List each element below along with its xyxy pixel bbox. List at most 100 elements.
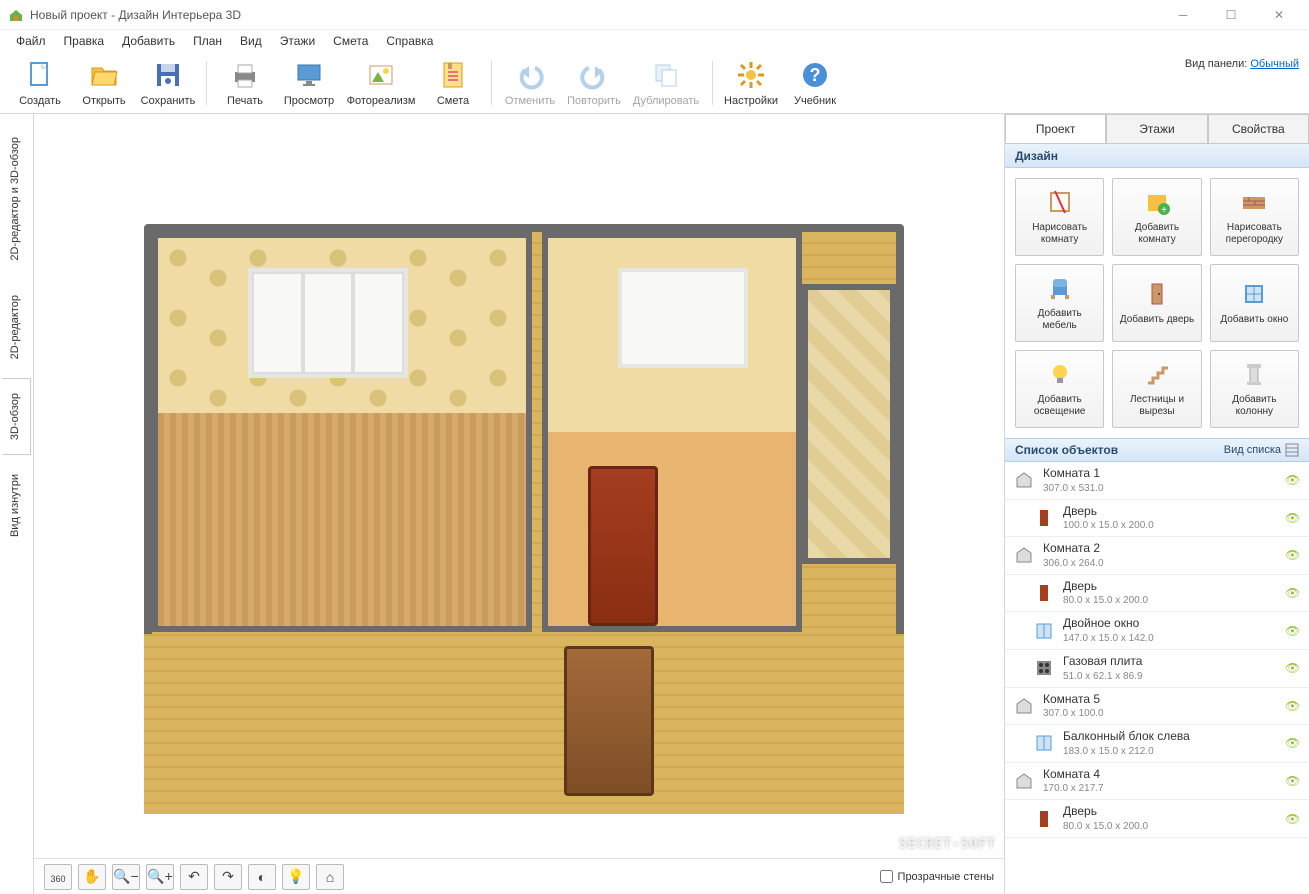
file-new-icon (24, 59, 56, 91)
draw-room-icon (1046, 188, 1074, 216)
left-tab-1[interactable]: 2D-редактор (2, 280, 31, 374)
viewtool-zoom-out[interactable]: 🔍− (112, 864, 140, 890)
tool-monitor[interactable]: Просмотр (277, 57, 341, 109)
object-door[interactable]: Дверь100.0 x 15.0 x 200.0👁 (1005, 500, 1309, 538)
window-icon (1033, 620, 1055, 642)
object-stove[interactable]: Газовая плита51.0 x 62.1 x 86.9👁 (1005, 650, 1309, 688)
panel-mode-label: Вид панели: (1185, 58, 1247, 70)
stove-icon (1033, 657, 1055, 679)
objects-list[interactable]: Комната 1307.0 x 531.0👁Дверь100.0 x 15.0… (1005, 462, 1309, 894)
menu-этажи[interactable]: Этажи (272, 32, 323, 50)
tool-help[interactable]: ?Учебник (783, 57, 847, 109)
right-tab-Проект[interactable]: Проект (1005, 114, 1106, 143)
design-draw-room[interactable]: Нарисовать комнату (1015, 178, 1104, 256)
left-tab-0[interactable]: 2D-редактор и 3D-обзор (2, 122, 31, 276)
design-stairs[interactable]: Лестницы и вырезы (1112, 350, 1201, 428)
minimize-button[interactable]: ─ (1161, 1, 1205, 29)
object-room[interactable]: Комната 4170.0 x 217.7👁 (1005, 763, 1309, 801)
transparent-walls-input[interactable] (880, 870, 893, 883)
viewtool-rotate-right[interactable]: ↷ (214, 864, 242, 890)
door-icon (1033, 582, 1055, 604)
visibility-icon[interactable]: 👁 (1285, 774, 1301, 788)
tool-save[interactable]: Сохранить (136, 57, 200, 109)
object-room[interactable]: Комната 2306.0 x 264.0👁 (1005, 537, 1309, 575)
design-furniture[interactable]: Добавить мебель (1015, 264, 1104, 342)
design-add-room[interactable]: +Добавить комнату (1112, 178, 1201, 256)
panel-mode-link[interactable]: Обычный (1250, 58, 1299, 70)
right-tab-Этажи[interactable]: Этажи (1106, 114, 1207, 143)
menu-правка[interactable]: Правка (56, 32, 113, 50)
maximize-button[interactable]: ☐ (1209, 1, 1253, 29)
left-tab-2[interactable]: 3D-обзор (2, 378, 31, 455)
draw-wall-icon (1240, 188, 1268, 216)
viewtool-rotate-left[interactable]: ↶ (180, 864, 208, 890)
right-tab-Свойства[interactable]: Свойства (1208, 114, 1309, 143)
watermark: SECRET-SOFT (899, 837, 996, 852)
viewtool-rotate-360[interactable]: 360 (44, 864, 72, 890)
menu-добавить[interactable]: Добавить (114, 32, 183, 50)
left-tabs: 2D-редактор и 3D-обзор 2D-редактор 3D-обзо… (0, 114, 34, 894)
menu-файл[interactable]: Файл (8, 32, 54, 50)
menu-смета[interactable]: Смета (325, 32, 376, 50)
transparent-walls-checkbox[interactable]: Прозрачные стены (880, 870, 994, 883)
visibility-icon[interactable]: 👁 (1285, 473, 1301, 487)
light-icon: 💡 (287, 868, 304, 885)
canvas-3d[interactable]: SECRET-SOFT (34, 114, 1004, 858)
viewtool-pan[interactable]: ✋ (78, 864, 106, 890)
visibility-icon[interactable]: 👁 (1285, 548, 1301, 562)
object-door[interactable]: Дверь80.0 x 15.0 x 200.0👁 (1005, 575, 1309, 613)
menu-план[interactable]: План (185, 32, 230, 50)
furniture-icon (1046, 274, 1074, 302)
tool-settings[interactable]: Настройки (719, 57, 783, 109)
close-button[interactable]: ✕ (1257, 1, 1301, 29)
viewtool-home[interactable]: ⌂ (316, 864, 344, 890)
object-room[interactable]: Комната 1307.0 x 531.0👁 (1005, 462, 1309, 500)
tool-file-new[interactable]: Создать (8, 57, 72, 109)
panel-mode: Вид панели: Обычный (1185, 58, 1299, 70)
design-light[interactable]: Добавить освещение (1015, 350, 1104, 428)
design-draw-wall[interactable]: Нарисовать перегородку (1210, 178, 1299, 256)
monitor-icon (293, 59, 325, 91)
menubar: ФайлПравкаДобавитьПланВидЭтажиСметаСправ… (0, 30, 1309, 52)
stairs-icon (1143, 360, 1171, 388)
object-door[interactable]: Дверь80.0 x 15.0 x 200.0👁 (1005, 800, 1309, 838)
rotate-left-icon: ↶ (188, 868, 200, 885)
tool-redo: Повторить (562, 57, 626, 109)
door-icon (1033, 808, 1055, 830)
left-tab-3[interactable]: Вид изнутри (2, 459, 31, 552)
visibility-icon[interactable]: 👁 (1285, 511, 1301, 525)
design-header: Дизайн (1005, 144, 1309, 168)
viewtool-orbit[interactable]: ◐ (248, 864, 276, 890)
tool-photo[interactable]: Фотореализм (341, 57, 421, 109)
visibility-icon[interactable]: 👁 (1285, 736, 1301, 750)
object-window[interactable]: Балконный блок слева183.0 x 15.0 x 212.0… (1005, 725, 1309, 763)
visibility-icon[interactable]: 👁 (1285, 624, 1301, 638)
design-column[interactable]: Добавить колонну (1210, 350, 1299, 428)
viewtool-light[interactable]: 💡 (282, 864, 310, 890)
visibility-icon[interactable]: 👁 (1285, 661, 1301, 675)
tool-estimate[interactable]: Смета (421, 57, 485, 109)
menu-справка[interactable]: Справка (378, 32, 441, 50)
view-tools: 360✋ 🔍− 🔍+ ↶ ↷ ◐ 💡 ⌂ Прозрачные стены (34, 858, 1004, 894)
visibility-icon[interactable]: 👁 (1285, 812, 1301, 826)
design-window[interactable]: Добавить окно (1210, 264, 1299, 342)
object-room[interactable]: Комната 5307.0 x 100.0👁 (1005, 688, 1309, 726)
folder-open-icon (88, 59, 120, 91)
tool-undo: Отменить (498, 57, 562, 109)
objects-header: Список объектов Вид списка (1005, 438, 1309, 462)
design-door[interactable]: Добавить дверь (1112, 264, 1201, 342)
menu-вид[interactable]: Вид (232, 32, 270, 50)
viewtool-zoom-in[interactable]: 🔍+ (146, 864, 174, 890)
orbit-icon: ◐ (258, 869, 266, 885)
undo-icon (514, 59, 546, 91)
zoom-out-icon: 🔍− (113, 868, 139, 885)
tool-print[interactable]: Печать (213, 57, 277, 109)
visibility-icon[interactable]: 👁 (1285, 586, 1301, 600)
room-icon (1013, 469, 1035, 491)
tool-folder-open[interactable]: Открыть (72, 57, 136, 109)
visibility-icon[interactable]: 👁 (1285, 699, 1301, 713)
app-icon (8, 7, 24, 23)
object-window[interactable]: Двойное окно147.0 x 15.0 x 142.0👁 (1005, 612, 1309, 650)
view-mode-toggle[interactable]: Вид списка (1224, 443, 1299, 457)
svg-text:+: + (1161, 205, 1167, 215)
